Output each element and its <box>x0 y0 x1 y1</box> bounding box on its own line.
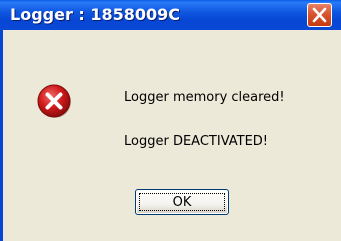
window-title: Logger : 1858009C <box>10 5 181 24</box>
close-icon <box>312 7 327 23</box>
close-button[interactable] <box>307 3 332 27</box>
ok-button[interactable]: OK <box>135 189 229 215</box>
title-bar[interactable]: Logger : 1858009C <box>0 0 341 30</box>
message-line: Logger DEACTIVATED! <box>124 134 269 149</box>
error-icon <box>37 84 71 118</box>
message-line: Logger memory cleared! <box>124 90 285 105</box>
window-frame-left <box>0 30 3 241</box>
ok-button-label: OK <box>172 195 192 210</box>
message-dialog: Logger : 1858009C Logger memory cleared!… <box>0 0 341 241</box>
